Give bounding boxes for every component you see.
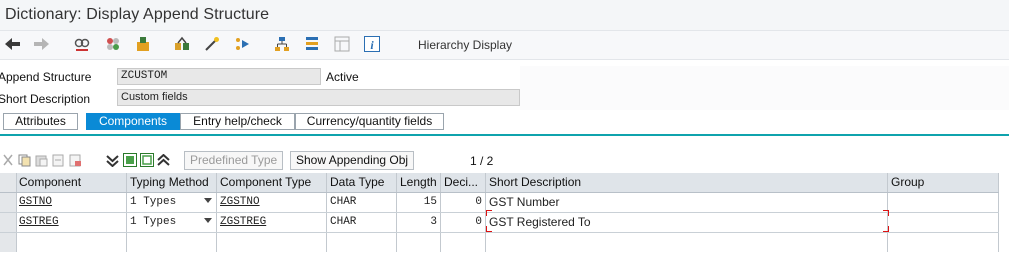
hierarchy-display-button[interactable]: Hierarchy Display <box>418 38 512 52</box>
cell-typing-method[interactable] <box>127 233 217 252</box>
cell-data-type[interactable]: CHAR <box>327 193 397 212</box>
insert-row-icon[interactable] <box>51 152 66 168</box>
page-indicator: 1 / 2 <box>470 154 494 168</box>
tab-currency-quantity-fields[interactable]: Currency/quantity fields <box>295 113 444 130</box>
col-header-data-type[interactable]: Data Type <box>327 173 397 192</box>
back-arrow-icon[interactable] <box>4 36 22 52</box>
tab-underline <box>0 134 1009 136</box>
append-structure-field[interactable]: ZCUSTOM <box>117 68 321 85</box>
col-header-length[interactable]: Length <box>397 173 441 192</box>
col-header-group[interactable]: Group <box>888 173 999 192</box>
col-header-decimals[interactable]: Deci... <box>441 173 486 192</box>
cut-icon[interactable] <box>0 152 15 168</box>
cell-short-description[interactable] <box>486 233 888 252</box>
tab-attributes[interactable]: Attributes <box>3 113 78 130</box>
copy-icon[interactable] <box>17 152 32 168</box>
table-row[interactable]: GSTNO 1 Types ZGSTNO CHAR 15 0 GST Numbe… <box>0 193 999 213</box>
row-selector[interactable] <box>0 233 17 252</box>
append-structure-label: Append Structure <box>0 70 92 84</box>
col-header-typing-method[interactable]: Typing Method <box>127 173 217 192</box>
cell-typing-method[interactable]: 1 Types <box>127 213 217 232</box>
application-toolbar: i Hierarchy Display <box>0 31 1009 60</box>
cell-component-type[interactable]: ZGSTREG <box>217 213 327 232</box>
where-used-icon[interactable] <box>173 36 191 52</box>
cell-length[interactable]: 3 <box>397 213 441 232</box>
paste-icon[interactable] <box>34 152 49 168</box>
row-selector[interactable] <box>0 193 17 212</box>
other-object-icon[interactable] <box>104 36 122 52</box>
col-header-component-type[interactable]: Component Type <box>217 173 327 192</box>
short-description-field[interactable]: Custom fields <box>117 89 520 106</box>
predefined-type-button[interactable]: Predefined Type <box>184 151 284 170</box>
cell-component[interactable]: GSTNO <box>16 193 127 212</box>
short-description-label: Short Description <box>0 92 91 106</box>
focus-corner-top-left <box>486 210 492 216</box>
cell-short-description[interactable]: GST Number <box>486 193 888 212</box>
table-header-row: Component Typing Method Component Type D… <box>0 173 999 193</box>
focus-corner-top-right <box>883 210 889 216</box>
cell-group[interactable] <box>888 233 999 252</box>
tab-entry-help-check[interactable]: Entry help/check <box>180 113 295 130</box>
col-header-component[interactable]: Component <box>16 173 127 192</box>
row-selector[interactable] <box>0 213 17 232</box>
select-all-cell[interactable] <box>0 173 17 192</box>
table-row[interactable] <box>0 233 999 252</box>
delete-row-icon[interactable] <box>68 152 83 168</box>
cell-decimals[interactable] <box>441 233 486 252</box>
select-all-icon[interactable] <box>122 152 137 168</box>
focus-corner-bottom-right <box>883 226 889 232</box>
navigation-icon[interactable] <box>233 36 251 52</box>
cell-typing-method[interactable]: 1 Types <box>127 193 217 212</box>
expand-icon[interactable] <box>156 152 171 168</box>
cell-group[interactable] <box>888 193 999 212</box>
cell-decimals[interactable]: 0 <box>441 193 486 212</box>
hierarchy-icon[interactable] <box>273 36 291 52</box>
cell-decimals[interactable]: 0 <box>441 213 486 232</box>
title-bar: Dictionary: Display Append Structure <box>0 0 1009 31</box>
table-row[interactable]: GSTREG 1 Types ZGSTREG CHAR 3 0 GST Regi… <box>0 213 999 233</box>
display-change-icon[interactable] <box>73 36 91 52</box>
layout-icon[interactable] <box>333 36 351 52</box>
forward-arrow-icon[interactable] <box>32 36 50 52</box>
deselect-all-icon[interactable] <box>139 152 154 168</box>
header-right-panel <box>520 66 1009 110</box>
cell-short-description-focused[interactable]: GST Registered To <box>486 213 888 232</box>
cell-data-type[interactable]: CHAR <box>327 213 397 232</box>
dropdown-arrow-icon[interactable] <box>204 198 212 203</box>
magic-wand-icon[interactable] <box>203 36 221 52</box>
cell-component-type[interactable] <box>217 233 327 252</box>
window-title: Dictionary: Display Append Structure <box>5 6 270 23</box>
stack-icon[interactable] <box>303 36 321 52</box>
cell-group[interactable] <box>888 213 999 232</box>
collapse-icon[interactable] <box>105 152 120 168</box>
cell-length[interactable]: 15 <box>397 193 441 212</box>
focus-corner-bottom-left <box>486 226 492 232</box>
dropdown-arrow-icon[interactable] <box>204 218 212 223</box>
tab-components[interactable]: Components <box>86 113 180 130</box>
cell-component[interactable]: GSTREG <box>16 213 127 232</box>
status-text: Active <box>326 70 359 84</box>
activate-icon[interactable] <box>134 36 152 52</box>
show-appending-obj-button[interactable]: Show Appending Obj <box>290 151 415 170</box>
info-icon[interactable]: i <box>363 36 381 52</box>
cell-data-type[interactable] <box>327 233 397 252</box>
cell-length[interactable] <box>397 233 441 252</box>
table-toolbar: Predefined Type Show Appending Obj 1 / 2 <box>0 151 1009 171</box>
cell-component[interactable] <box>16 233 127 252</box>
cell-component-type[interactable]: ZGSTNO <box>217 193 327 212</box>
col-header-short-description[interactable]: Short Description <box>486 173 888 192</box>
